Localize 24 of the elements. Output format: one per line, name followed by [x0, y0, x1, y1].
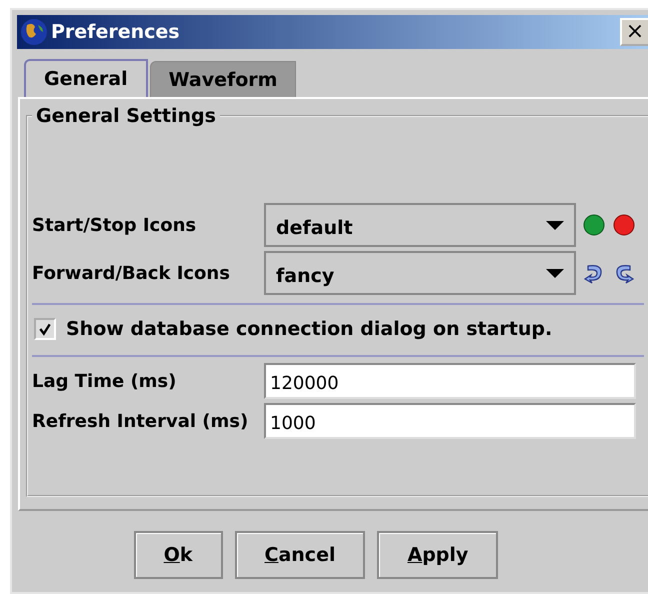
dialog-button[interactable]: Ok: [134, 531, 222, 579]
group-title: General Settings: [35, 105, 217, 127]
checkbox-label: Show database connection dialog on startup.: [66, 318, 552, 340]
dialog-button[interactable]: Apply: [377, 531, 498, 579]
input-field[interactable]: 120000: [264, 363, 636, 399]
input-field[interactable]: 1000: [264, 403, 636, 439]
checkbox[interactable]: [34, 318, 56, 340]
field-label: Refresh Interval (ms): [32, 410, 250, 432]
start-icon: [582, 213, 606, 237]
caret-icon: [546, 220, 564, 230]
dropdown[interactable]: default: [264, 203, 576, 247]
dropdown[interactable]: fancy: [264, 251, 576, 295]
globe-icon: [19, 17, 49, 47]
tab[interactable]: Waveform: [150, 61, 296, 97]
field-label: Lag Time (ms): [32, 370, 178, 392]
checkmark-icon: [38, 322, 52, 336]
close-button[interactable]: ×: [620, 18, 648, 46]
field-label: Forward/Back Icons: [32, 262, 231, 284]
window-title: Preferences: [51, 21, 180, 43]
tab[interactable]: General: [24, 59, 148, 97]
dialog-button[interactable]: Cancel: [234, 531, 366, 579]
caret-icon: [546, 268, 564, 278]
stop-icon: [612, 213, 636, 237]
field-label: Start/Stop Icons: [32, 214, 198, 236]
